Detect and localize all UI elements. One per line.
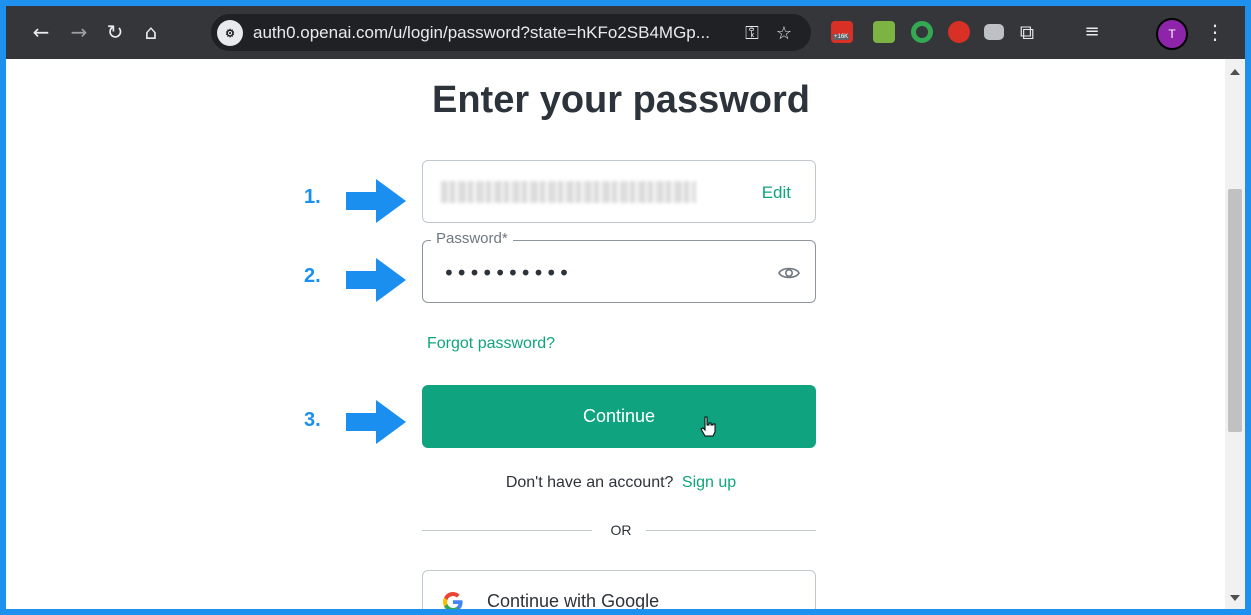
back-arrow-icon[interactable]: ← [28,19,54,45]
step-1-arrow-icon [346,179,406,223]
password-field[interactable]: Password* •••••••••• [422,230,816,303]
step-2-label: 2. [304,265,321,287]
profile-avatar[interactable]: T [1156,18,1188,50]
password-value: •••••••••• [443,261,571,285]
divider-or-text: OR [610,522,632,538]
eye-icon[interactable] [777,261,801,285]
signup-prompt-text: Don't have an account? [505,474,674,491]
google-icon [443,592,463,609]
url-text: auth0.openai.com/u/login/password?state=… [253,23,710,42]
continue-button[interactable]: Continue [422,385,816,448]
star-icon[interactable]: ☆ [771,20,797,46]
forgot-password-link[interactable]: Forgot password? [427,335,555,353]
step-1-label: 1. [304,186,321,208]
kebab-menu-icon[interactable]: ⋮ [1202,19,1228,45]
gmail-extension-icon[interactable]: +16K [831,21,853,43]
step-3-arrow-icon [346,400,406,444]
scrollbar-thumb[interactable] [1228,189,1242,432]
screenshot-frame: ← → ↻ ⌂ ⚙ auth0.openai.com/u/login/passw… [6,6,1245,609]
scroll-down-arrow-icon[interactable] [1230,595,1240,601]
printer-extension-icon[interactable] [873,21,895,43]
continue-with-google-button[interactable]: Continue with Google [422,570,816,609]
signup-link[interactable]: Sign up [682,474,736,491]
reload-icon[interactable]: ↻ [102,19,128,45]
edit-email-link[interactable]: Edit [762,183,791,203]
step-3-label: 3. [304,409,321,431]
divider-left [422,530,592,531]
circle-extension-icon[interactable] [911,21,933,43]
home-icon[interactable]: ⌂ [138,19,164,45]
forward-arrow-icon[interactable]: → [66,19,92,45]
extension-badge: +16K [833,34,850,40]
media-control-icon[interactable]: ≡ [1079,19,1105,45]
email-field[interactable]: Edit [422,160,816,223]
vertical-scrollbar[interactable] [1225,59,1245,609]
email-value-redacted [441,181,696,203]
divider-right [646,530,816,531]
camera-extension-icon[interactable] [984,24,1004,40]
browser-toolbar: ← → ↻ ⌂ ⚙ auth0.openai.com/u/login/passw… [6,6,1245,59]
login-page: Enter your password Edit Password* •••••… [6,59,1225,609]
puzzle-icon[interactable]: ⧉ [1014,19,1040,45]
google-button-label: Continue with Google [487,591,660,609]
hand-cursor-icon [700,416,716,437]
site-info-icon[interactable]: ⚙ [217,20,243,46]
continue-button-label: Continue [582,406,656,426]
address-bar[interactable]: ⚙ auth0.openai.com/u/login/password?stat… [211,14,811,51]
stop-extension-icon[interactable] [948,21,970,43]
page-title: Enter your password [432,79,810,121]
step-2-arrow-icon [346,258,406,302]
password-label: Password* [431,230,513,247]
scroll-up-arrow-icon[interactable] [1230,69,1240,75]
password-key-icon[interactable]: ⚿ [739,20,765,46]
signup-prompt: Don't have an account? Sign up [6,474,1236,492]
